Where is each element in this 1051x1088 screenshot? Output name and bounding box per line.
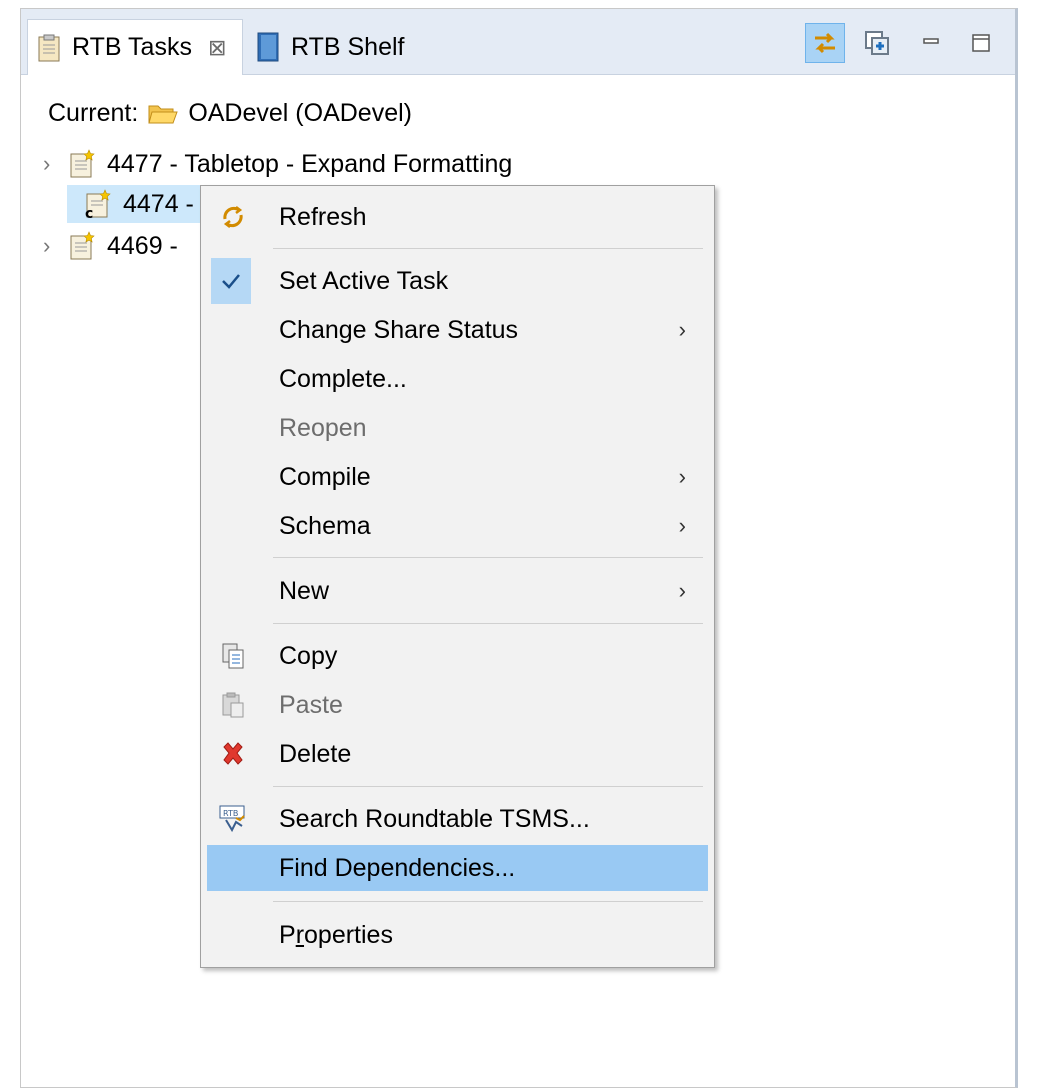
menu-item-label: Compile xyxy=(279,462,371,491)
current-workspace: Current: OADevel (OADevel) xyxy=(48,99,412,128)
task-icon xyxy=(69,231,95,261)
refresh-icon xyxy=(217,201,249,233)
close-icon[interactable]: ⊠ xyxy=(208,35,226,61)
menu-item-copy[interactable]: Copy xyxy=(207,633,708,679)
task-label: 4474 - xyxy=(123,189,194,218)
menu-item-find-dependencies[interactable]: Find Dependencies... xyxy=(207,845,708,891)
folder-icon xyxy=(148,103,179,125)
mnemonic: r xyxy=(295,920,305,949)
menu-item-change-share-status[interactable]: Change Share Status › xyxy=(207,307,708,353)
task-label: 4477 - Tabletop - Expand Formatting xyxy=(107,149,513,178)
menu-item-delete[interactable]: Delete xyxy=(207,731,708,777)
menu-separator xyxy=(273,786,703,787)
svg-text:RTB: RTB xyxy=(223,809,238,818)
menu-item-new[interactable]: New › xyxy=(207,568,708,614)
submenu-arrow-icon: › xyxy=(678,317,686,342)
context-menu: Refresh Set Active Task Change Share Sta… xyxy=(200,185,715,968)
current-label: Current: xyxy=(48,99,139,127)
menu-item-label: Complete... xyxy=(279,364,407,393)
task-icon: c xyxy=(85,189,111,222)
status-badge: c xyxy=(85,206,93,219)
menu-item-label: Reopen xyxy=(279,413,367,442)
tab-label: RTB Tasks xyxy=(72,33,192,61)
menu-item-schema[interactable]: Schema › xyxy=(207,503,708,549)
submenu-arrow-icon: › xyxy=(678,464,686,489)
menu-separator xyxy=(273,901,703,902)
tab-rtb-tasks[interactable]: RTB Tasks ⊠ xyxy=(27,19,243,75)
tree-item[interactable]: › 4469 - xyxy=(21,227,221,265)
task-label: 4469 - xyxy=(107,231,178,260)
minimize-button[interactable] xyxy=(911,23,951,63)
menu-separator xyxy=(273,623,703,624)
clipboard-icon xyxy=(38,34,60,62)
menu-item-reopen: Reopen xyxy=(207,405,708,451)
menu-item-label: Refresh xyxy=(279,202,367,231)
menu-item-compile[interactable]: Compile › xyxy=(207,454,708,500)
menu-separator xyxy=(273,557,703,558)
menu-item-label: Change Share Status xyxy=(279,315,519,344)
book-icon xyxy=(257,32,279,62)
checkmark-icon xyxy=(211,258,251,304)
menu-item-set-active-task[interactable]: Set Active Task xyxy=(207,258,708,304)
menu-item-label: Find Dependencies... xyxy=(279,853,516,882)
menu-separator xyxy=(273,248,703,249)
maximize-icon xyxy=(972,34,990,52)
tab-label: RTB Shelf xyxy=(291,32,405,61)
submenu-arrow-icon: › xyxy=(678,578,686,603)
menu-item-paste: Paste xyxy=(207,682,708,728)
menu-item-search-roundtable[interactable]: RTB Search Roundtable TSMS... xyxy=(207,796,708,842)
menu-item-label: Delete xyxy=(279,739,352,768)
rtb-search-icon: RTB xyxy=(217,803,249,835)
menu-item-properties[interactable]: Properties xyxy=(207,912,708,958)
tab-rtb-shelf[interactable]: RTB Shelf xyxy=(253,19,404,75)
workspace-name[interactable]: OADevel (OADevel) xyxy=(188,99,412,128)
menu-item-label: New xyxy=(279,576,330,605)
menu-item-label: Search Roundtable TSMS... xyxy=(279,804,590,833)
delete-icon xyxy=(217,738,249,770)
copy-icon xyxy=(217,640,249,672)
minimize-icon xyxy=(923,38,939,44)
task-icon xyxy=(69,149,95,179)
menu-item-refresh[interactable]: Refresh xyxy=(207,194,708,240)
menu-item-complete[interactable]: Complete... xyxy=(207,356,708,402)
expand-chevron-icon[interactable]: › xyxy=(43,233,57,259)
sync-icon xyxy=(815,32,835,54)
submenu-arrow-icon: › xyxy=(678,513,686,538)
tab-bar: RTB Tasks ⊠ RTB Shelf xyxy=(21,9,1015,75)
menu-item-label: Paste xyxy=(279,690,343,719)
tree-item[interactable]: › 4477 - Tabletop - Expand Formatting xyxy=(21,145,581,183)
expand-chevron-icon[interactable]: › xyxy=(43,151,57,177)
menu-item-label: Schema xyxy=(279,511,371,540)
collapse-all-icon xyxy=(865,31,889,55)
maximize-button[interactable] xyxy=(961,23,1001,63)
menu-item-label: Set Active Task xyxy=(279,266,449,295)
collapse-all-button[interactable] xyxy=(857,23,897,63)
menu-item-label: Copy xyxy=(279,641,338,670)
paste-icon xyxy=(217,689,249,721)
sync-button[interactable] xyxy=(805,23,845,63)
menu-item-label: Properties xyxy=(279,920,393,949)
